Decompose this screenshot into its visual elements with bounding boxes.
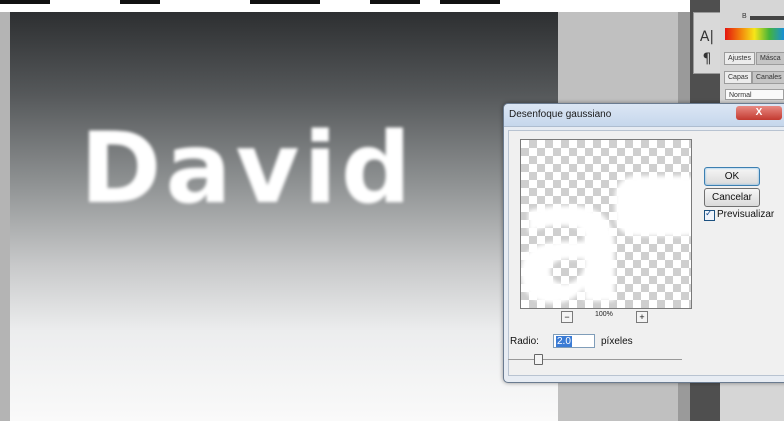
cropped-text-fragment <box>370 0 420 4</box>
canvas-text-layer: David <box>80 112 416 226</box>
zoom-level: 100% <box>595 311 613 318</box>
dialog-body: a − 100% + OK Cancelar Previsualizar <box>508 130 784 376</box>
cropped-text-fragment <box>250 0 320 4</box>
ok-button[interactable]: OK <box>704 167 760 186</box>
gaussian-blur-dialog: Desenfoque gaussiano a − 100% + OK Cance… <box>503 103 784 383</box>
preview-checkbox-label: Previsualizar <box>717 209 775 220</box>
tab-mascaras[interactable]: Másca <box>756 52 784 65</box>
blur-preview[interactable]: a <box>520 139 692 309</box>
tab-ajustes[interactable]: Ajustes <box>724 52 755 65</box>
paragraph-icon[interactable]: ¶ <box>694 51 720 67</box>
tab-canales[interactable]: Canales <box>752 71 784 84</box>
cropped-text-fragment <box>0 0 50 4</box>
preview-checkbox[interactable] <box>704 208 715 221</box>
radius-input[interactable]: 2.0 <box>553 334 595 348</box>
left-edge <box>0 12 10 421</box>
close-icon[interactable]: X <box>736 106 782 120</box>
cropped-text-fragment <box>120 0 160 4</box>
type-icon[interactable]: A| <box>694 29 720 45</box>
panel-icon-box: A| ¶ <box>693 12 721 74</box>
dialog-title: Desenfoque gaussiano <box>509 109 612 120</box>
radius-unit: píxeles <box>601 336 633 347</box>
radius-slider-thumb[interactable] <box>534 354 543 365</box>
color-slider[interactable] <box>750 16 784 20</box>
cropped-text-fragment <box>440 0 500 4</box>
top-strip <box>0 0 784 12</box>
preview-letter: a <box>520 144 628 309</box>
radius-label: Radio: <box>510 336 539 347</box>
color-slider-label: B <box>742 13 747 20</box>
zoom-out-button[interactable]: − <box>561 311 573 323</box>
cancel-button[interactable]: Cancelar <box>704 188 760 207</box>
blend-mode-select[interactable]: Normal <box>725 89 784 100</box>
radius-value: 2.0 <box>556 336 572 347</box>
document-canvas[interactable]: David <box>10 12 558 421</box>
tab-capas[interactable]: Capas <box>724 71 753 84</box>
color-ramp[interactable] <box>725 28 784 40</box>
zoom-in-button[interactable]: + <box>636 311 648 323</box>
